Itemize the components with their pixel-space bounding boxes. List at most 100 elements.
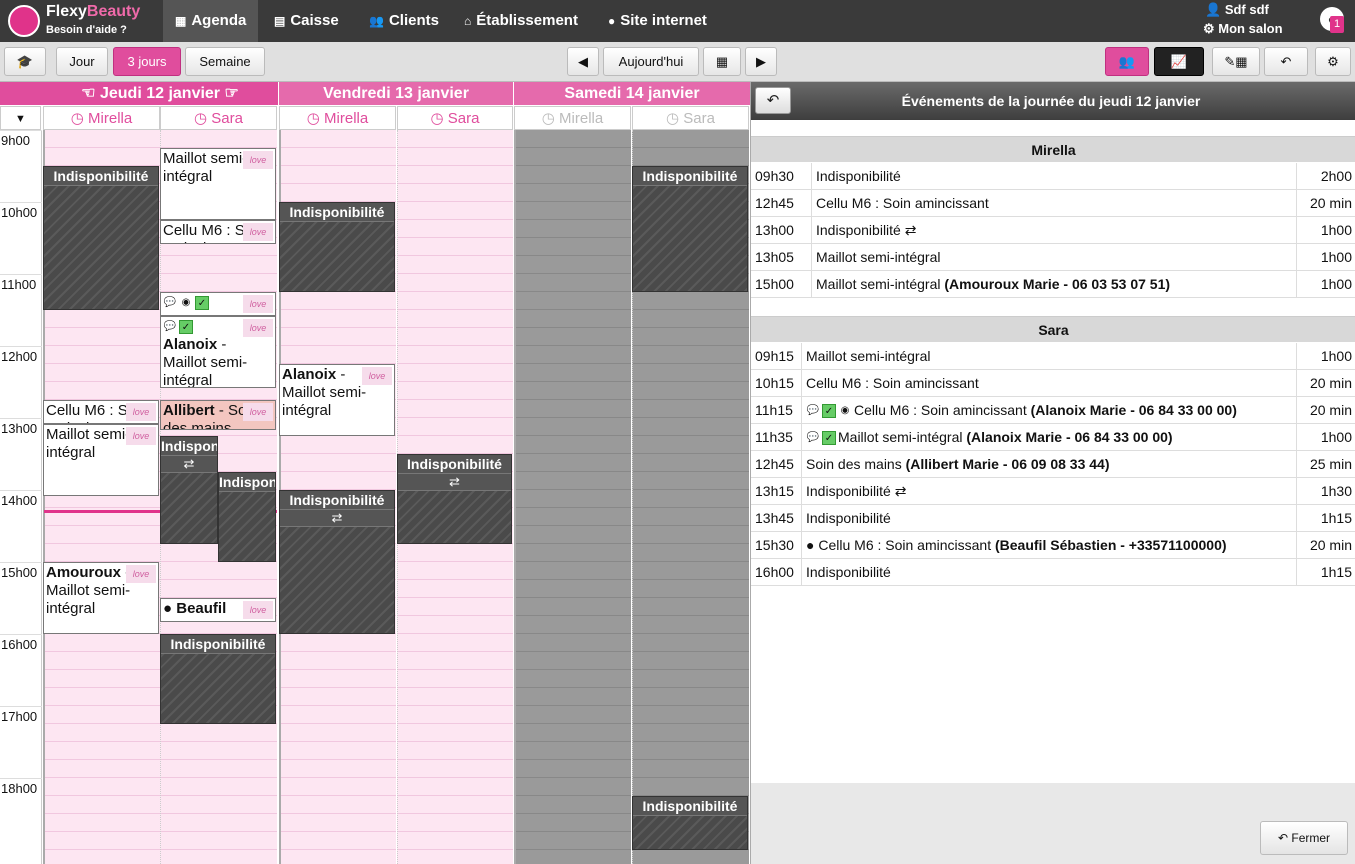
event-row[interactable]: 15h00 Maillot semi-intégral (Amouroux Mar… bbox=[751, 271, 1355, 298]
appointment-block[interactable]: loveAmouroux - Maillot semi-intégral bbox=[43, 562, 159, 634]
event-row[interactable]: 15h30 ● Cellu M6 : Soin amincissant (Beau… bbox=[751, 532, 1355, 559]
globe-icon: ● bbox=[806, 537, 819, 553]
user-menu[interactable]: 👤 Sdf sdf bbox=[1205, 2, 1269, 18]
appointment-block[interactable]: love Alanoix - Maillot semi-intégral bbox=[279, 364, 395, 436]
brand-name[interactable]: FlexyBeauty bbox=[46, 3, 140, 21]
event-row[interactable]: 13h05 Maillot semi-intégral 1h00 bbox=[751, 244, 1355, 271]
unavailability-block[interactable]: Indisponibilité⇄ bbox=[279, 490, 395, 634]
brand-name-part2: Beauty bbox=[86, 3, 141, 20]
tab-clients[interactable]: 👥 Clients bbox=[357, 0, 451, 42]
employees-toggle-button[interactable]: 👥 bbox=[1105, 47, 1149, 76]
comment-icon: 💬 bbox=[806, 405, 820, 417]
employee-header[interactable]: ◷ Sara bbox=[160, 106, 277, 130]
salon-menu[interactable]: ⚙ Mon salon bbox=[1203, 21, 1283, 37]
appointment-block[interactable]: love Maillot semi-intégral bbox=[43, 424, 159, 496]
service-name: Maillot semi-intégral bbox=[46, 426, 131, 461]
panel-back-button[interactable]: ↶ bbox=[755, 87, 791, 114]
tab-agenda[interactable]: ▦ Agenda bbox=[163, 0, 259, 42]
appointment-block[interactable]: love 💬 ✓ Alanoix - Maillot semi-intégral bbox=[160, 316, 276, 388]
tab-caisse[interactable]: ▤ Caisse bbox=[262, 0, 351, 42]
event-row[interactable]: 13h45 Indisponibilité 1h15 bbox=[751, 505, 1355, 532]
unavailability-block[interactable]: Indisponibilité bbox=[160, 634, 276, 724]
event-row[interactable]: 13h00 Indisponibilité ⇄ 1h00 bbox=[751, 217, 1355, 244]
event-row[interactable]: 12h45 Cellu M6 : Soin amincissant 20 min bbox=[751, 190, 1355, 217]
event-time: 12h45 bbox=[755, 195, 794, 211]
event-time: 11h35 bbox=[755, 429, 793, 445]
hour-label: 12h00 bbox=[1, 349, 38, 364]
comment-icon: 💬 bbox=[806, 432, 820, 444]
caret-left-icon: ◀ bbox=[578, 54, 588, 69]
user-name: Sdf sdf bbox=[1224, 2, 1269, 17]
unavailability-block[interactable]: Indisponibilité bbox=[218, 472, 276, 562]
graduation-cap-button[interactable]: 🎓 bbox=[4, 47, 46, 76]
employee-header[interactable]: ◷ Sara bbox=[632, 106, 749, 130]
employee-header[interactable]: ◷ Mirella bbox=[43, 106, 160, 130]
service-thumbnail-icon: love bbox=[243, 601, 273, 619]
magic-calendar-button[interactable]: ✎▦ bbox=[1212, 47, 1260, 76]
clock-icon: ◷ bbox=[430, 110, 448, 127]
event-label: ● Cellu M6 : Soin amincissant (Beaufil S… bbox=[801, 532, 1227, 558]
hour-separator bbox=[0, 202, 42, 203]
stats-chart-button[interactable]: 📈 bbox=[1154, 47, 1204, 76]
event-row[interactable]: 13h15 Indisponibilité ⇄ 1h30 bbox=[751, 478, 1355, 505]
date-picker-button[interactable]: ▦ bbox=[703, 47, 741, 76]
event-time: 10h15 bbox=[755, 375, 794, 391]
unavailability-block[interactable]: Indisponibilité bbox=[279, 202, 395, 292]
close-button[interactable]: ↶ Fermer bbox=[1260, 821, 1348, 855]
client-name: Alanoix bbox=[282, 366, 337, 383]
day-header-2[interactable]: Vendredi 13 janvier bbox=[279, 82, 513, 105]
unavailability-block[interactable]: Indisponibilité⇄ bbox=[397, 454, 512, 544]
appointment-block[interactable]: love ● Beaufil bbox=[160, 598, 276, 622]
event-row[interactable]: 10h15 Cellu M6 : Soin amincissant 20 min bbox=[751, 370, 1355, 397]
today-button[interactable]: Aujourd'hui bbox=[603, 47, 699, 76]
settings-button[interactable]: ⚙ bbox=[1315, 47, 1351, 76]
employee-header[interactable]: ◷ Sara bbox=[397, 106, 513, 130]
event-row[interactable]: 16h00 Indisponibilité 1h15 bbox=[751, 559, 1355, 586]
day-header-3[interactable]: Samedi 14 janvier bbox=[514, 82, 750, 105]
previous-button[interactable]: ◀ bbox=[567, 47, 599, 76]
event-label: Cellu M6 : Soin amincissant bbox=[811, 190, 989, 216]
client-name: Amouroux bbox=[46, 564, 121, 581]
next-button[interactable]: ▶ bbox=[745, 47, 777, 76]
day-header-1[interactable]: ☜ Jeudi 12 janvier ☞ bbox=[42, 82, 278, 105]
flexybeauty-logo-icon[interactable] bbox=[8, 5, 40, 37]
view-week-button[interactable]: Semaine bbox=[185, 47, 265, 76]
recurring-icon: ⇄ bbox=[398, 474, 511, 491]
undo-button[interactable]: ↶ bbox=[1264, 47, 1308, 76]
event-row[interactable]: 11h15 💬 ✓ ◉ Cellu M6 : Soin amincissant (Ala… bbox=[751, 397, 1355, 424]
event-service: Cellu M6 : Soin amincissant bbox=[816, 195, 989, 211]
recurring-icon: ⇄ bbox=[900, 222, 917, 238]
appointment-block[interactable]: loveCellu M6 : Soin amincissant bbox=[43, 400, 159, 424]
magic-wand-icon: ✎▦ bbox=[1224, 54, 1248, 69]
employee-header[interactable]: ◷ Mirella bbox=[514, 106, 631, 130]
event-row[interactable]: 09h15 Maillot semi-intégral 1h00 bbox=[751, 343, 1355, 370]
filter-icon[interactable]: ▼ bbox=[0, 106, 41, 130]
event-service: Maillot semi-intégral bbox=[806, 348, 931, 364]
view-3days-button[interactable]: 3 jours bbox=[113, 47, 181, 76]
event-row[interactable]: 11h35 💬 ✓ Maillot semi-intégral (Alanoix Ma… bbox=[751, 424, 1355, 451]
unavailability-block[interactable]: Indisponibilité bbox=[632, 796, 748, 850]
unavailability-block[interactable]: Indisponibilité⇄ bbox=[160, 436, 218, 544]
tab-etablissement[interactable]: ⌂ Établissement bbox=[452, 0, 590, 42]
appointment-block[interactable]: loveCellu M6 : Soin amincissant bbox=[160, 220, 276, 244]
agenda-grid: ☜ Jeudi 12 janvier ☞ Vendredi 13 janvier… bbox=[0, 82, 750, 864]
appointment-block[interactable]: love 💬 ◉ ✓ bbox=[160, 292, 276, 316]
unavailability-block[interactable]: Indisponibilité bbox=[43, 166, 159, 310]
unavailability-block[interactable]: Indisponibilité bbox=[632, 166, 748, 292]
view-day-button[interactable]: Jour bbox=[56, 47, 108, 76]
event-row[interactable]: 12h45 Soin des mains (Allibert Marie - 06… bbox=[751, 451, 1355, 478]
employee-header[interactable]: ◷ Mirella bbox=[279, 106, 396, 130]
agenda-column[interactable] bbox=[514, 130, 631, 864]
help-link[interactable]: Besoin d'aide ? bbox=[46, 24, 127, 36]
event-row[interactable]: 09h30 Indisponibilité 2h00 bbox=[751, 163, 1355, 190]
appointment-block[interactable]: love Maillot semi-intégral bbox=[160, 148, 276, 220]
tab-agenda-label: Agenda bbox=[191, 12, 247, 29]
tab-site-internet[interactable]: ● Site internet bbox=[596, 0, 719, 42]
appointment-block[interactable]: love Allibert - Soin des mains bbox=[160, 400, 276, 430]
event-label: Maillot semi-intégral (Amouroux Marie - … bbox=[811, 271, 1170, 297]
event-label: 💬 ✓ ◉ Cellu M6 : Soin amincissant (Alanoix … bbox=[801, 397, 1237, 423]
event-service: Indisponibilité bbox=[816, 168, 901, 184]
service-thumbnail-icon: love bbox=[243, 403, 273, 421]
event-service: Soin des mains bbox=[806, 456, 902, 472]
service-thumbnail-icon: love bbox=[243, 295, 273, 313]
